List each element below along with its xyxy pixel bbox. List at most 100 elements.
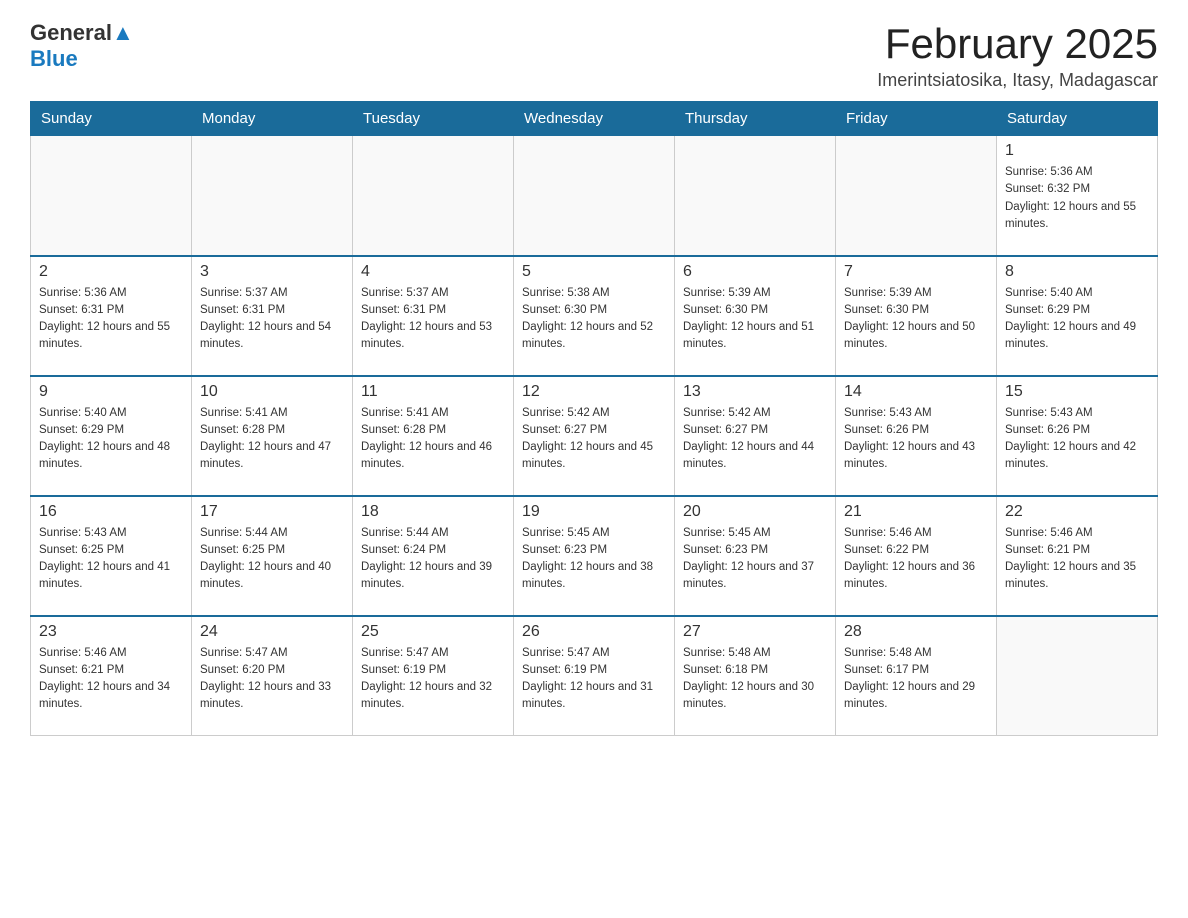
calendar-table: SundayMondayTuesdayWednesdayThursdayFrid…: [30, 101, 1158, 736]
calendar-cell: 24Sunrise: 5:47 AMSunset: 6:20 PMDayligh…: [192, 616, 353, 736]
calendar-cell: 11 Sunrise: 5:41 AMSunset: 6:28 PMDayligh…: [353, 376, 514, 496]
calendar-cell: 15 Sunrise: 5:43 AMSunset: 6:26 PMDayligh…: [997, 376, 1158, 496]
calendar-cell: [514, 136, 675, 256]
day-info: Sunrise: 5:37 AMSunset: 6:31 PMDaylight:…: [361, 285, 505, 354]
calendar-week-4: 16 Sunrise: 5:43 AMSunset: 6:25 PMDayligh…: [31, 496, 1158, 616]
calendar-cell: 7 Sunrise: 5:39 AMSunset: 6:30 PMDaylight…: [836, 256, 997, 376]
calendar-header-saturday: Saturday: [997, 102, 1158, 136]
day-info: Sunrise: 5:48 AMSunset: 6:17 PMDaylight:…: [844, 645, 988, 714]
page-header: General ▲ Blue February 2025 Imerintsiat…: [30, 20, 1158, 91]
day-number: 2: [39, 263, 183, 281]
day-number: 16: [39, 503, 183, 521]
day-number: 3: [200, 263, 344, 281]
day-number: 26: [522, 623, 666, 641]
calendar-cell: 18 Sunrise: 5:44 AMSunset: 6:24 PMDayligh…: [353, 496, 514, 616]
calendar-week-2: 2 Sunrise: 5:36 AMSunset: 6:31 PMDaylight…: [31, 256, 1158, 376]
calendar-header-monday: Monday: [192, 102, 353, 136]
day-info: Sunrise: 5:37 AMSunset: 6:31 PMDaylight:…: [200, 285, 344, 354]
calendar-cell: 28 Sunrise: 5:48 AMSunset: 6:17 PMDayligh…: [836, 616, 997, 736]
day-info: Sunrise: 5:41 AMSunset: 6:28 PMDaylight:…: [200, 405, 344, 474]
calendar-cell: 20 Sunrise: 5:45 AMSunset: 6:23 PMDayligh…: [675, 496, 836, 616]
calendar-cell: 10Sunrise: 5:41 AMSunset: 6:28 PMDayligh…: [192, 376, 353, 496]
calendar-cell: 26 Sunrise: 5:47 AMSunset: 6:19 PMDayligh…: [514, 616, 675, 736]
day-number: 6: [683, 263, 827, 281]
day-number: 11: [361, 383, 505, 401]
day-number: 19: [522, 503, 666, 521]
calendar-cell: 21 Sunrise: 5:46 AMSunset: 6:22 PMDayligh…: [836, 496, 997, 616]
calendar-cell: 23Sunrise: 5:46 AMSunset: 6:21 PMDayligh…: [31, 616, 192, 736]
calendar-header-sunday: Sunday: [31, 102, 192, 136]
day-number: 25: [361, 623, 505, 641]
day-number: 5: [522, 263, 666, 281]
calendar-cell: 2 Sunrise: 5:36 AMSunset: 6:31 PMDaylight…: [31, 256, 192, 376]
calendar-header-wednesday: Wednesday: [514, 102, 675, 136]
day-info: Sunrise: 5:44 AMSunset: 6:25 PMDaylight:…: [200, 525, 344, 594]
calendar-cell: 19 Sunrise: 5:45 AMSunset: 6:23 PMDayligh…: [514, 496, 675, 616]
calendar-cell: 14Sunrise: 5:43 AMSunset: 6:26 PMDayligh…: [836, 376, 997, 496]
calendar-cell: [192, 136, 353, 256]
day-number: 28: [844, 623, 988, 641]
calendar-cell: [675, 136, 836, 256]
day-info: Sunrise: 5:43 AMSunset: 6:26 PMDaylight:…: [1005, 405, 1149, 474]
day-number: 1: [1005, 142, 1149, 160]
day-number: 22: [1005, 503, 1149, 521]
logo-blue-text: Blue: [30, 46, 78, 72]
calendar-cell: 25 Sunrise: 5:47 AMSunset: 6:19 PMDayligh…: [353, 616, 514, 736]
day-number: 17: [200, 503, 344, 521]
day-info: Sunrise: 5:46 AMSunset: 6:22 PMDaylight:…: [844, 525, 988, 594]
day-info: Sunrise: 5:42 AMSunset: 6:27 PMDaylight:…: [522, 405, 666, 474]
day-info: Sunrise: 5:47 AMSunset: 6:19 PMDaylight:…: [522, 645, 666, 714]
calendar-cell: [31, 136, 192, 256]
calendar-cell: [997, 616, 1158, 736]
day-info: Sunrise: 5:41 AMSunset: 6:28 PMDaylight:…: [361, 405, 505, 474]
day-number: 18: [361, 503, 505, 521]
calendar-week-3: 9 Sunrise: 5:40 AMSunset: 6:29 PMDaylight…: [31, 376, 1158, 496]
day-info: Sunrise: 5:39 AMSunset: 6:30 PMDaylight:…: [683, 285, 827, 354]
calendar-cell: 22 Sunrise: 5:46 AMSunset: 6:21 PMDayligh…: [997, 496, 1158, 616]
day-number: 15: [1005, 383, 1149, 401]
day-number: 27: [683, 623, 827, 641]
day-info: Sunrise: 5:43 AMSunset: 6:25 PMDaylight:…: [39, 525, 183, 594]
day-number: 13: [683, 383, 827, 401]
day-info: Sunrise: 5:36 AMSunset: 6:32 PMDaylight:…: [1005, 164, 1149, 233]
day-info: Sunrise: 5:48 AMSunset: 6:18 PMDaylight:…: [683, 645, 827, 714]
logo: General ▲ Blue: [30, 20, 134, 72]
calendar-cell: 5 Sunrise: 5:38 AMSunset: 6:30 PMDaylight…: [514, 256, 675, 376]
day-info: Sunrise: 5:42 AMSunset: 6:27 PMDaylight:…: [683, 405, 827, 474]
calendar-subtitle: Imerintsiatosika, Itasy, Madagascar: [877, 70, 1158, 91]
day-number: 9: [39, 383, 183, 401]
calendar-cell: 17 Sunrise: 5:44 AMSunset: 6:25 PMDayligh…: [192, 496, 353, 616]
calendar-header-thursday: Thursday: [675, 102, 836, 136]
logo-arrow-icon: ▲: [112, 20, 134, 46]
day-number: 7: [844, 263, 988, 281]
day-info: Sunrise: 5:46 AMSunset: 6:21 PMDaylight:…: [1005, 525, 1149, 594]
day-info: Sunrise: 5:47 AMSunset: 6:19 PMDaylight:…: [361, 645, 505, 714]
calendar-week-1: 1 Sunrise: 5:36 AMSunset: 6:32 PMDaylight…: [31, 136, 1158, 256]
day-info: Sunrise: 5:45 AMSunset: 6:23 PMDaylight:…: [683, 525, 827, 594]
logo-general-text: General: [30, 20, 112, 46]
day-info: Sunrise: 5:40 AMSunset: 6:29 PMDaylight:…: [39, 405, 183, 474]
calendar-cell: 9 Sunrise: 5:40 AMSunset: 6:29 PMDaylight…: [31, 376, 192, 496]
calendar-cell: 1 Sunrise: 5:36 AMSunset: 6:32 PMDaylight…: [997, 136, 1158, 256]
day-number: 24: [200, 623, 344, 641]
day-number: 4: [361, 263, 505, 281]
calendar-week-5: 23Sunrise: 5:46 AMSunset: 6:21 PMDayligh…: [31, 616, 1158, 736]
day-number: 12: [522, 383, 666, 401]
day-info: Sunrise: 5:36 AMSunset: 6:31 PMDaylight:…: [39, 285, 183, 354]
calendar-cell: 3 Sunrise: 5:37 AMSunset: 6:31 PMDaylight…: [192, 256, 353, 376]
day-number: 20: [683, 503, 827, 521]
day-info: Sunrise: 5:39 AMSunset: 6:30 PMDaylight:…: [844, 285, 988, 354]
day-number: 23: [39, 623, 183, 641]
calendar-title: February 2025: [877, 20, 1158, 68]
calendar-header-friday: Friday: [836, 102, 997, 136]
day-number: 21: [844, 503, 988, 521]
day-info: Sunrise: 5:44 AMSunset: 6:24 PMDaylight:…: [361, 525, 505, 594]
title-area: February 2025 Imerintsiatosika, Itasy, M…: [877, 20, 1158, 91]
calendar-cell: 4 Sunrise: 5:37 AMSunset: 6:31 PMDaylight…: [353, 256, 514, 376]
day-info: Sunrise: 5:40 AMSunset: 6:29 PMDaylight:…: [1005, 285, 1149, 354]
calendar-cell: 16 Sunrise: 5:43 AMSunset: 6:25 PMDayligh…: [31, 496, 192, 616]
day-info: Sunrise: 5:38 AMSunset: 6:30 PMDaylight:…: [522, 285, 666, 354]
calendar-cell: [353, 136, 514, 256]
day-info: Sunrise: 5:45 AMSunset: 6:23 PMDaylight:…: [522, 525, 666, 594]
calendar-cell: 27 Sunrise: 5:48 AMSunset: 6:18 PMDayligh…: [675, 616, 836, 736]
